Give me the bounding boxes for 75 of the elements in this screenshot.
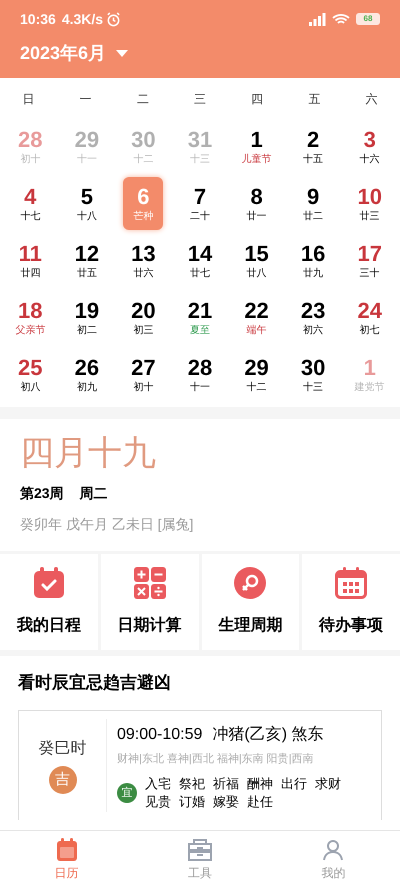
activity-text: 订婚: [179, 793, 205, 811]
activity-text: 赴任: [247, 793, 273, 811]
day-cell[interactable]: 26 初九: [66, 348, 107, 401]
weekday-name: 周二: [80, 484, 108, 503]
caret-icon: [116, 50, 128, 58]
person-icon: [321, 838, 346, 862]
day-cell[interactable]: 24 初七: [350, 291, 390, 344]
calendar-icon: [56, 838, 78, 862]
activity-text: 出行: [281, 775, 307, 793]
toolbox-icon: [186, 838, 213, 862]
day-cell[interactable]: 20 初三: [123, 291, 164, 344]
hour-range: 09:00-10:59: [117, 724, 202, 744]
day-cell[interactable]: 28 十一: [180, 348, 220, 401]
day-cell[interactable]: 18 父亲节: [10, 291, 50, 344]
activity-text: 见贵: [145, 793, 171, 811]
weekday-label: 一: [78, 91, 93, 108]
clash-text: 冲猪(乙亥) 煞东: [212, 724, 324, 744]
calendar-check-icon: [32, 566, 66, 600]
tool-tile[interactable]: 我的日程: [0, 554, 98, 650]
day-cell[interactable]: 1 儿童节: [236, 120, 277, 173]
ganzhi-text: 癸卯年 戊午月 乙未日 [属兔]: [20, 515, 194, 534]
day-cell[interactable]: 15 廿八: [236, 234, 277, 287]
weekday-label: 六: [364, 91, 378, 108]
day-cell[interactable]: 5 十八: [66, 177, 107, 230]
weekday-label: 三: [192, 91, 207, 108]
day-cell[interactable]: 8 廿一: [236, 177, 277, 230]
network-speed: 4.3K/s: [62, 10, 104, 28]
tool-tile[interactable]: 日期计算: [100, 554, 198, 650]
day-cell[interactable]: 25 初八: [10, 348, 50, 401]
signal-icon: [309, 12, 326, 26]
battery-level: 68: [364, 15, 372, 23]
calendar-grid-icon: [334, 566, 368, 600]
activity-text: 祭祀: [179, 775, 205, 793]
alarm-icon: [106, 12, 122, 26]
week-number: 第23周: [20, 484, 64, 503]
day-cell[interactable]: 12 廿五: [66, 234, 107, 287]
day-cell[interactable]: 9 廿二: [293, 177, 334, 230]
wifi-icon: [332, 12, 350, 26]
day-cell[interactable]: 14 廿七: [180, 234, 220, 287]
day-cell[interactable]: 4 十七: [10, 177, 50, 230]
tool-tile[interactable]: 待办事项: [302, 554, 400, 650]
weekday-label: 日: [22, 91, 36, 108]
day-cell[interactable]: 17 三十: [350, 234, 390, 287]
day-cell[interactable]: 23 初六: [293, 291, 334, 344]
day-cell[interactable]: 27 初十: [123, 348, 164, 401]
day-cell[interactable]: 11 廿四: [10, 234, 50, 287]
luck-badge: 吉: [48, 766, 76, 794]
section-title: 看时辰宜忌趋吉避凶: [18, 672, 172, 694]
hour-name: 癸巳时: [38, 737, 86, 759]
day-cell[interactable]: 29 十二: [236, 348, 277, 401]
weekday-label: 四: [250, 91, 264, 108]
yi-badge: 宜: [117, 783, 137, 803]
weekday-label: 五: [307, 91, 322, 108]
activity-text: 求财: [315, 775, 341, 793]
gods-text: 财神|东北 喜神|西北 福神|东南 阳贵|西南: [117, 752, 315, 766]
day-cell[interactable]: 3 十六: [350, 120, 390, 173]
activity-text: 祈福: [213, 775, 239, 793]
activity-text: 嫁娶: [213, 793, 239, 811]
activity-text: 入宅: [145, 775, 171, 793]
day-cell[interactable]: 19 初二: [66, 291, 107, 344]
day-cell[interactable]: 7 二十: [180, 177, 220, 230]
day-cell[interactable]: 2 十五: [293, 120, 334, 173]
day-cell[interactable]: 16 廿九: [293, 234, 334, 287]
tool-tile[interactable]: 生理周期: [202, 554, 300, 650]
weekday-label: 二: [136, 91, 150, 108]
day-cell[interactable]: 30 十三: [293, 348, 334, 401]
female-symbol-icon: [233, 566, 268, 600]
day-cell[interactable]: 22 端午: [236, 291, 277, 344]
status-time: 10:36: [20, 10, 56, 28]
day-cell[interactable]: 10 廿三: [350, 177, 390, 230]
day-cell[interactable]: 13 廿六: [123, 234, 164, 287]
day-cell[interactable]: 21 夏至: [180, 291, 220, 344]
lunar-date: 四月十九: [20, 432, 156, 475]
activity-text: 酬神: [247, 775, 273, 793]
calculator-icon: [132, 566, 167, 600]
